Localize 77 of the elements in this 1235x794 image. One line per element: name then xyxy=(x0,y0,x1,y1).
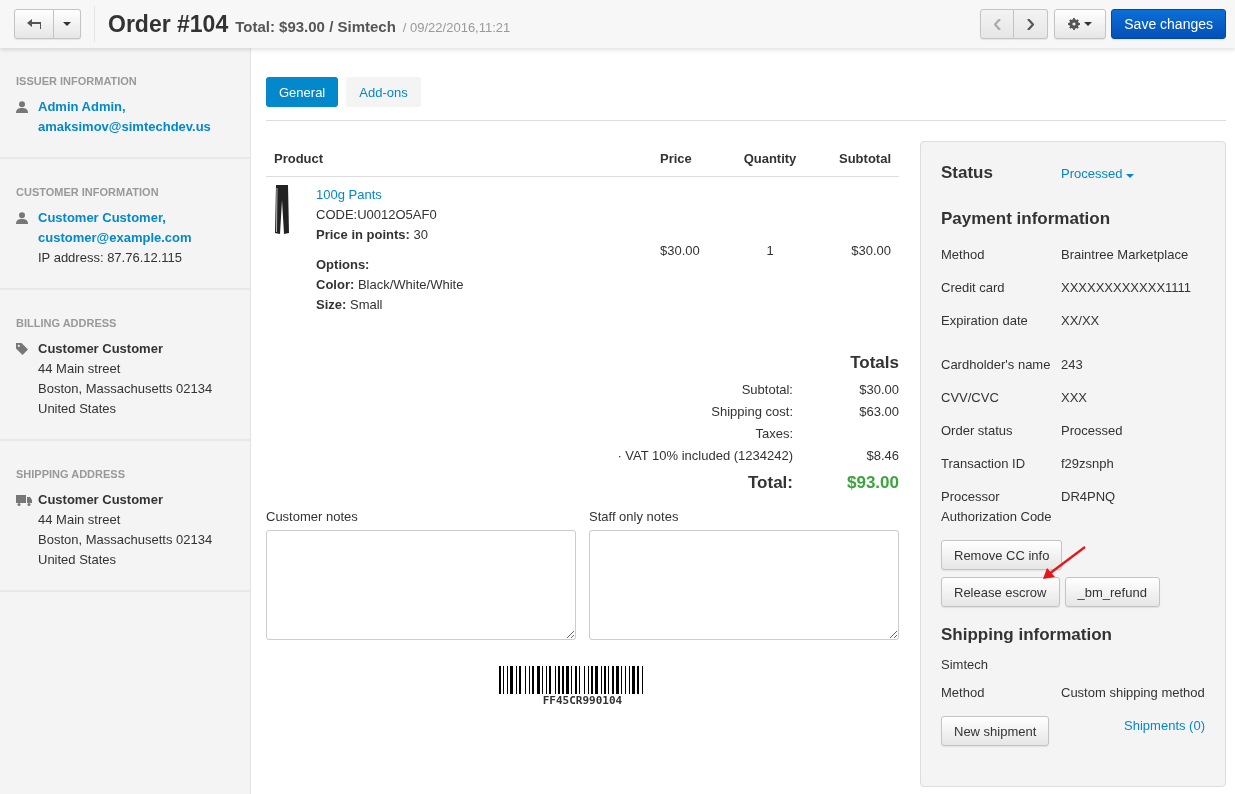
column-header: Subtotal xyxy=(838,150,892,168)
field-label: Credit card xyxy=(941,279,1006,297)
save-button[interactable]: Save changes xyxy=(1111,9,1226,39)
info-text: Boston, Massachusetts 02134 xyxy=(38,380,213,398)
quantity-cell-text: 1 xyxy=(765,242,775,258)
info-text: 44 Main street xyxy=(38,511,122,529)
product-code: CODE:U0012O5AF0 xyxy=(316,206,438,224)
total-label: Subtotal: xyxy=(740,381,793,399)
info-text: Boston, Massachusetts 02134 xyxy=(38,531,213,549)
field-label: Expiration date xyxy=(941,312,1029,330)
info-text: United States xyxy=(38,551,118,569)
product-link[interactable]: 100g Pants xyxy=(316,185,464,205)
info-text: United States xyxy=(38,400,118,418)
price-cell-text: $30.00 xyxy=(659,242,701,258)
field-value: XXX xyxy=(1061,389,1087,407)
field-label: Order status xyxy=(941,422,1014,440)
section-heading: SHIPPING ADDRESS xyxy=(16,468,126,480)
barcode-number: FF45CR990104 xyxy=(542,694,623,707)
field-value: 243 xyxy=(1061,356,1083,374)
column-header: Product xyxy=(273,150,325,168)
field-label: CVV/CVC xyxy=(941,389,1000,407)
address-name: Customer Customer xyxy=(38,491,164,509)
total-value: $30.00 xyxy=(858,381,899,399)
new-shipment-button[interactable]: New shipment xyxy=(941,716,1050,746)
column-header: Quantity xyxy=(742,150,798,168)
status-dropdown[interactable]: Processed xyxy=(1061,165,1135,181)
total-label: Shipping cost: xyxy=(710,403,793,421)
product-option: Size: Small xyxy=(316,295,464,315)
order-date: / 09/22/2016,11:21 xyxy=(402,19,511,35)
field-value: DR4PNQ xyxy=(1061,488,1116,506)
info-text: 44 Main street xyxy=(38,360,122,378)
info-text: IP address: 87.76.12.115 xyxy=(38,249,184,267)
subtotal-cell-text: $30.00 xyxy=(850,242,892,258)
total-label: Taxes: xyxy=(754,425,793,443)
field-label: Cardholder's name xyxy=(941,356,1052,374)
product-option: Color: Black/White/White xyxy=(316,275,464,295)
price-in-points: Price in points: 30 xyxy=(316,226,429,244)
shipments-link[interactable]: Shipments (0) xyxy=(1124,718,1205,733)
status-label: Status xyxy=(941,163,994,183)
field-value: Processed xyxy=(1061,422,1123,440)
total-label: · VAT 10% included (1234242) xyxy=(616,447,793,465)
order-title: Order #104 xyxy=(108,10,229,38)
contact-link[interactable]: customer@example.com xyxy=(38,228,192,248)
section-heading: ISSUER INFORMATION xyxy=(16,75,138,87)
contact-link[interactable]: Customer Customer, xyxy=(38,208,192,228)
tab[interactable]: Add-ons xyxy=(346,77,421,107)
column-header: Price xyxy=(659,150,693,168)
carrier-name: Simtech xyxy=(941,657,989,672)
grand-total-value: $93.00 xyxy=(846,472,899,494)
options-label: Options: xyxy=(316,256,371,274)
field-value: f29zsnph xyxy=(1061,455,1114,473)
total-value: $8.46 xyxy=(865,447,899,465)
field-label: Method xyxy=(941,246,986,264)
field-value: XX/XX xyxy=(1061,312,1100,330)
totals-heading: Totals xyxy=(849,353,899,373)
section-title: Payment information xyxy=(941,209,1112,229)
field-label: Processor Authorization Code xyxy=(941,488,1053,526)
field-label: Method xyxy=(941,684,986,702)
action-button[interactable]: Remove CC info xyxy=(941,540,1063,570)
section-title: Shipping information xyxy=(941,625,1113,645)
contact-link[interactable]: Admin Admin, xyxy=(38,97,211,117)
field-value: XXXXXXXXXXXX1111 xyxy=(1061,279,1192,297)
total-value: $63.00 xyxy=(858,403,899,421)
section-heading: BILLING ADDRESS xyxy=(16,317,118,329)
grand-total-label: Total: xyxy=(747,472,793,494)
action-button[interactable]: Release escrow xyxy=(941,577,1060,607)
section-heading: CUSTOMER INFORMATION xyxy=(16,186,160,198)
tab[interactable]: General xyxy=(266,77,339,107)
action-button[interactable]: _bm_refund xyxy=(1064,577,1160,607)
notes-label: Staff only notes xyxy=(589,509,679,524)
contact-link[interactable]: amaksimov@simtechdev.us xyxy=(38,117,211,137)
order-total: Total: $93.00 / Simtech xyxy=(235,17,396,35)
address-name: Customer Customer xyxy=(38,340,164,358)
notes-label: Customer notes xyxy=(266,509,358,524)
field-label: Transaction ID xyxy=(941,455,1027,473)
field-value: Braintree Marketplace xyxy=(1061,246,1189,264)
field-value: Custom shipping method xyxy=(1061,684,1205,702)
